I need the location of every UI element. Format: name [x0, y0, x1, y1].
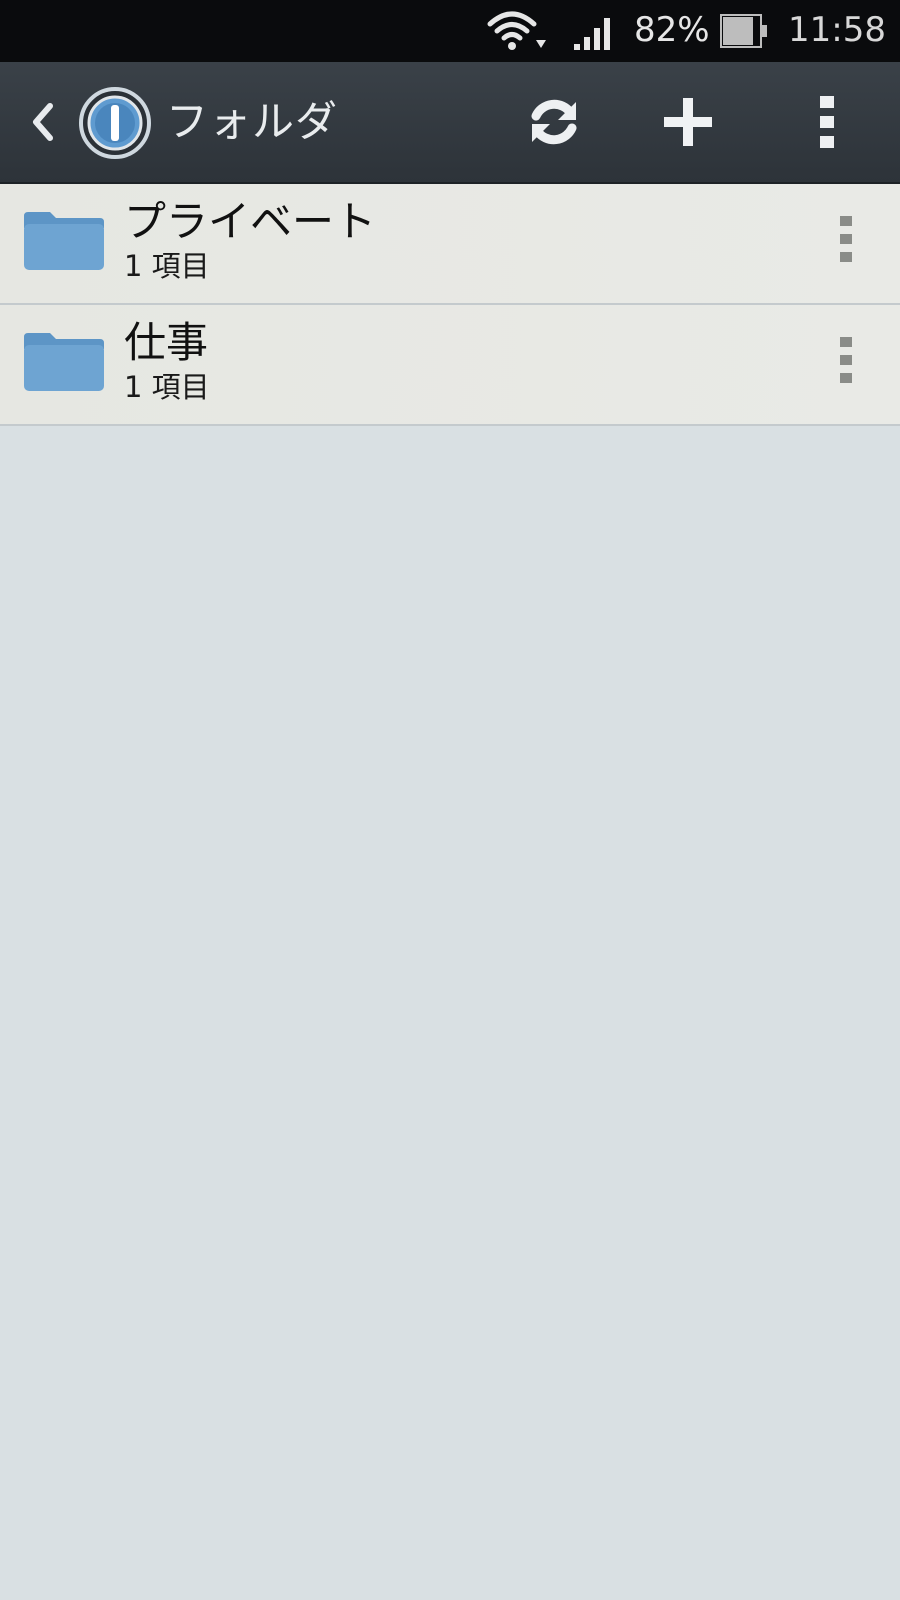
- clock: 11:58: [788, 10, 886, 50]
- action-bar: フォルダ: [0, 62, 900, 184]
- folder-item-count: 1 項目: [124, 370, 210, 404]
- battery-icon: [720, 14, 767, 48]
- wifi-icon: [487, 11, 546, 50]
- status-bar: 82% 11:58: [0, 0, 900, 62]
- item-menu-icon[interactable]: [834, 214, 858, 264]
- folder-icon: [24, 333, 104, 391]
- folder-icon: [24, 212, 104, 270]
- list-item[interactable]: プライベート 1 項目: [0, 184, 900, 305]
- folder-list: プライベート 1 項目 仕事 1 項目: [0, 184, 900, 426]
- signal-icon: [574, 18, 610, 50]
- folder-name: プライベート: [124, 197, 377, 246]
- folder-item-count: 1 項目: [124, 249, 210, 283]
- page-title: フォルダ: [166, 97, 339, 146]
- add-icon[interactable]: [656, 90, 720, 154]
- folder-name: 仕事: [124, 318, 209, 367]
- back-chevron-icon[interactable]: [28, 98, 58, 146]
- overflow-menu-icon[interactable]: [800, 90, 856, 154]
- item-menu-icon[interactable]: [834, 335, 858, 385]
- app-logo-icon: [79, 87, 151, 159]
- list-item[interactable]: 仕事 1 項目: [0, 305, 900, 426]
- refresh-icon[interactable]: [522, 90, 586, 154]
- battery-percent: 82%: [634, 10, 710, 50]
